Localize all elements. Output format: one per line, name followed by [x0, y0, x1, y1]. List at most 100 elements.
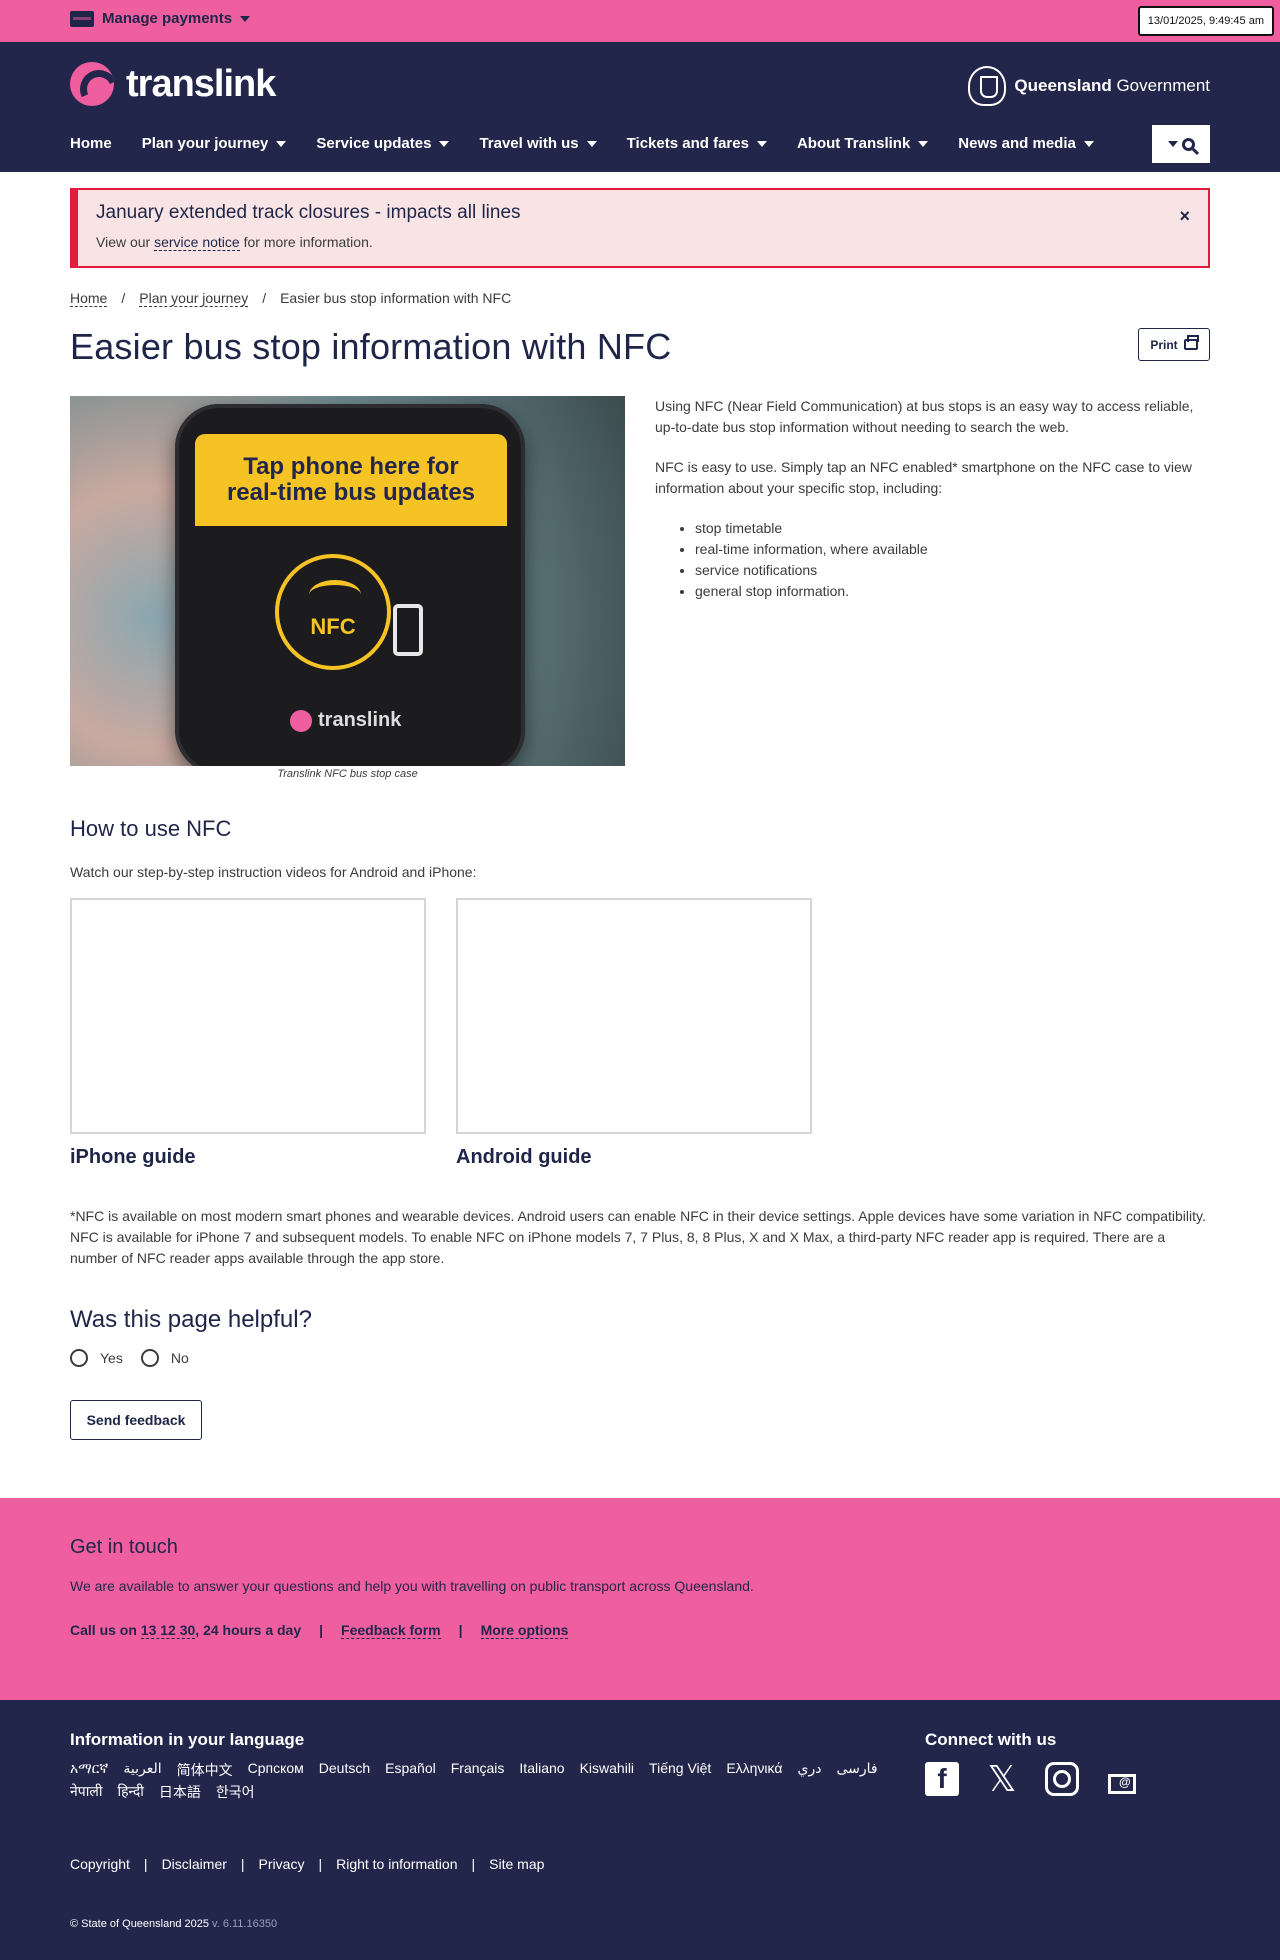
connect-heading: Connect with us — [925, 1730, 1057, 1749]
nav-tickets-and-fares[interactable]: Tickets and fares — [627, 135, 767, 152]
language-link[interactable]: አማርኛ — [70, 1760, 108, 1780]
instagram-icon[interactable] — [1045, 1762, 1079, 1796]
envelope-shape: @ — [1108, 1774, 1136, 1794]
language-link[interactable]: 日本語 — [159, 1782, 201, 1802]
search-toggle-button[interactable] — [1152, 125, 1210, 163]
language-link[interactable]: नेपाली — [70, 1782, 102, 1802]
helpful-question: Was this page helpful? — [70, 1306, 312, 1333]
nav-service-updates[interactable]: Service updates — [316, 135, 450, 152]
yes-option[interactable]: Yes — [70, 1349, 123, 1367]
manage-payments-menu[interactable]: Manage payments — [70, 10, 251, 27]
phone-tap-icon — [393, 604, 423, 656]
right-to-information-link[interactable]: Right to information — [336, 1856, 457, 1872]
service-notice-link[interactable]: service notice — [154, 234, 240, 251]
feedback-form-link[interactable]: Feedback form — [341, 1622, 441, 1639]
nav-plan-your-journey[interactable]: Plan your journey — [142, 135, 287, 152]
language-link[interactable]: 简体中文 — [177, 1760, 233, 1780]
chevron-down-icon — [439, 140, 450, 147]
language-link[interactable]: العربية — [123, 1760, 161, 1780]
device-yellow-band: Tap phone here for real-time bus updates — [195, 434, 507, 526]
nav-travel-with-us[interactable]: Travel with us — [479, 135, 597, 152]
copyright-notice: © State of Queensland 2025 v. 6.11.16350 — [70, 1918, 277, 1930]
nav-label: Travel with us — [479, 135, 579, 152]
privacy-link[interactable]: Privacy — [259, 1856, 305, 1872]
nav-news-and-media[interactable]: News and media — [958, 135, 1094, 152]
copyright-text: © State of Queensland 2025 — [70, 1918, 209, 1930]
alert-body-prefix: View our — [96, 234, 155, 250]
nav-label: Home — [70, 135, 112, 152]
nav-home[interactable]: Home — [70, 135, 112, 152]
site-map-link[interactable]: Site map — [489, 1856, 544, 1872]
band-line-2: real-time bus updates — [226, 479, 476, 506]
yes-radio[interactable] — [70, 1349, 88, 1367]
iphone-guide-title: iPhone guide — [70, 1146, 196, 1168]
chevron-down-icon — [1167, 141, 1178, 147]
language-link[interactable]: 한국어 — [216, 1782, 255, 1802]
breadcrumb: Home / Plan your journey / Easier bus st… — [70, 290, 511, 307]
site-header: translink Queensland Government — [0, 42, 1280, 172]
close-icon[interactable]: × — [1179, 206, 1190, 227]
nav-about-translink[interactable]: About Translink — [797, 135, 929, 152]
printer-icon — [1183, 335, 1199, 350]
language-link[interactable]: دري — [797, 1760, 821, 1780]
get-in-touch-text: We are available to answer your question… — [70, 1578, 754, 1594]
breadcrumb-current: Easier bus stop information with NFC — [280, 290, 512, 306]
print-label: Print — [1150, 337, 1178, 352]
email-icon[interactable]: @ — [1105, 1762, 1139, 1796]
language-link[interactable]: हिन्दी — [117, 1782, 143, 1802]
device-brand: translink — [290, 709, 401, 732]
intro-paragraph-1: Using NFC (Near Field Communication) at … — [655, 398, 1194, 435]
language-link[interactable]: Italiano — [519, 1760, 564, 1780]
queensland-government-logo[interactable]: Queensland Government — [968, 66, 1210, 106]
legal-links: Copyright | Disclaimer | Privacy | Right to… — [70, 1856, 544, 1872]
chevron-down-icon — [276, 140, 287, 147]
device-band-text: Tap phone here for real-time bus updates — [227, 454, 475, 506]
language-link[interactable]: Kiswahili — [580, 1760, 634, 1780]
no-radio[interactable] — [140, 1349, 159, 1367]
phone-link[interactable]: 13 12 30 — [140, 1622, 196, 1639]
language-link[interactable]: Ελληνικά — [726, 1760, 782, 1780]
more-options-link[interactable]: More options — [480, 1622, 569, 1639]
nav-label: Plan your journey — [141, 135, 269, 152]
legal-separator: | — [318, 1856, 323, 1872]
alert-body-suffix: for more information. — [239, 234, 373, 250]
credit-card-icon — [70, 10, 94, 27]
language-link[interactable]: Deutsch — [319, 1760, 370, 1780]
coat-of-arms-icon — [968, 66, 1007, 106]
translink-logo[interactable]: translink — [70, 62, 276, 106]
main-nav: Home Plan your journey Service updates T… — [70, 135, 1094, 152]
iphone-video-player[interactable] — [70, 898, 426, 1134]
facebook-icon[interactable]: f — [925, 1762, 959, 1796]
nav-label: Service updates — [316, 135, 432, 152]
language-link[interactable]: Tiếng Việt — [649, 1760, 711, 1780]
legal-separator: | — [143, 1856, 148, 1872]
android-guide-title: Android guide — [456, 1146, 592, 1168]
copyright-link[interactable]: Copyright — [70, 1856, 130, 1872]
send-feedback-button[interactable]: Send feedback — [70, 1400, 202, 1440]
breadcrumb-plan-your-journey[interactable]: Plan your journey — [139, 290, 249, 307]
intro-text: Using NFC (Near Field Communication) at … — [655, 396, 1215, 602]
intro-paragraph-2: NFC is easy to use. Simply tap an NFC en… — [655, 459, 1192, 496]
list-item: stop timetable — [695, 518, 1215, 539]
language-link[interactable]: Français — [451, 1760, 505, 1780]
call-prefix: Call us on — [70, 1622, 141, 1638]
version-text: v. 6.11.16350 — [208, 1918, 278, 1930]
no-option[interactable]: No — [140, 1349, 189, 1367]
nfc-footnote: *NFC is available on most modern smart p… — [70, 1208, 1206, 1266]
band-line-1: Tap phone here for — [243, 453, 459, 481]
disclaimer-link[interactable]: Disclaimer — [162, 1856, 227, 1872]
language-link[interactable]: Српском — [248, 1760, 304, 1780]
search-icon — [1181, 137, 1195, 151]
page-title: Easier bus stop information with NFC — [70, 326, 672, 367]
x-twitter-icon[interactable]: 𝕏 — [985, 1761, 1019, 1797]
language-link[interactable]: فارسی — [836, 1760, 877, 1780]
at-symbol: @ — [1119, 1775, 1131, 1789]
clock-readout: 13/01/2025, 9:49:45 am — [1137, 6, 1274, 36]
print-button[interactable]: Print — [1138, 328, 1210, 361]
language-link[interactable]: Español — [385, 1760, 436, 1780]
breadcrumb-home[interactable]: Home — [70, 290, 108, 307]
manage-payments-label: Manage payments — [102, 10, 233, 27]
android-video-player[interactable] — [456, 898, 812, 1134]
chevron-down-icon — [1083, 140, 1094, 147]
nfc-device: Tap phone here for real-time bus updates … — [175, 404, 525, 766]
